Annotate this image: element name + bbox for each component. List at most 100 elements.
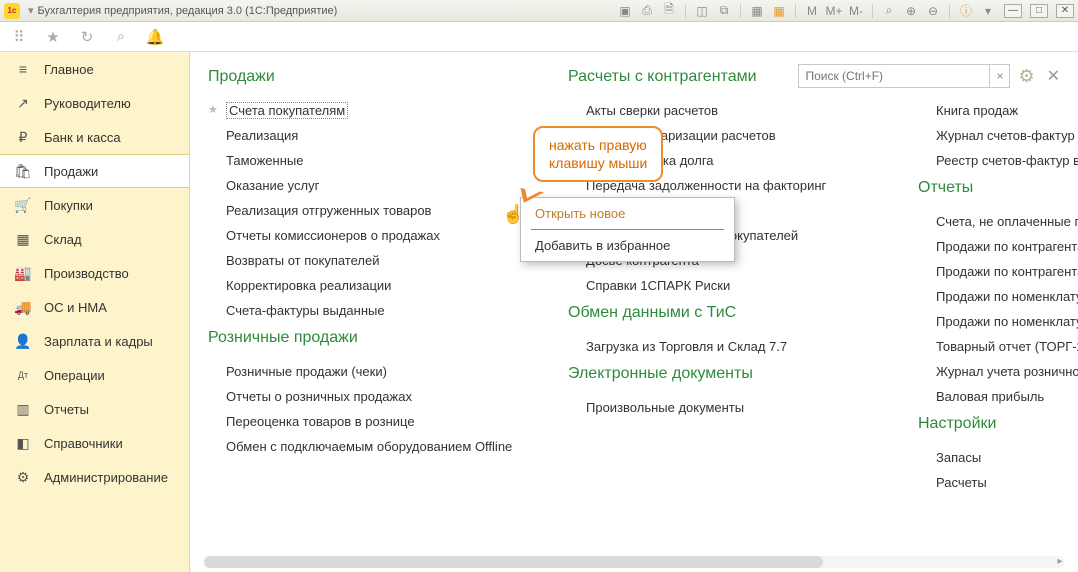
nav-down-icon[interactable]: ⊖ [925, 3, 941, 19]
search-tb-icon[interactable]: ⌕ [881, 3, 897, 19]
link-gross-profit[interactable]: Валовая прибыль [918, 384, 1078, 409]
context-add-favorite[interactable]: Добавить в избранное [521, 230, 734, 261]
star-icon[interactable]: ★ [44, 28, 62, 46]
preview-icon[interactable]: 🗎 [661, 3, 677, 19]
sidebar-item-purchases[interactable]: 🛒Покупки [0, 188, 189, 222]
horizontal-scrollbar[interactable]: ◂ ▸ [204, 556, 1064, 568]
link-reconciliation[interactable]: Акты сверки расчетов [568, 98, 878, 123]
dropdown-icon[interactable]: ▾ [28, 4, 34, 17]
m-icon[interactable]: M [804, 3, 820, 19]
titlebar-tools: ▣ ⎙ 🗎 ◫ ⧉ ▦ ▦ M M+ M- ⌕ ⊕ ⊖ ⓘ ▾ — □ ✕ [617, 3, 1074, 19]
sidebar-item-manager[interactable]: ↗Руководителю [0, 86, 189, 120]
link-correction[interactable]: Корректировка реализации [208, 273, 528, 298]
link-load-tis[interactable]: Загрузка из Торговля и Склад 7.7 [568, 334, 878, 359]
app-logo-icon: 1c [4, 3, 20, 19]
link-retail-checks[interactable]: Розничные продажи (чеки) [208, 359, 528, 384]
link-revaluation[interactable]: Переоценка товаров в рознице [208, 409, 528, 434]
link-realization[interactable]: Реализация [208, 123, 528, 148]
link-stocks[interactable]: Запасы [918, 445, 1078, 470]
search-clear-button[interactable]: × [989, 65, 1009, 87]
sidebar-item-label: Справочники [44, 436, 123, 451]
person-icon: 👤 [14, 333, 32, 350]
sidebar-item-label: Производство [44, 266, 129, 281]
sidebar-item-label: Руководителю [44, 96, 131, 111]
hint-callout: нажать правую клавишу мыши [533, 126, 663, 182]
calendar-icon[interactable]: ▦ [771, 3, 787, 19]
sidebar-item-label: Администрирование [44, 470, 168, 485]
column-3: НДС Книга продаж Журнал счетов-фактур Ре… [918, 68, 1078, 572]
link-invoice-journal[interactable]: Журнал счетов-фактур [918, 123, 1078, 148]
column-1: Продажи Счета покупателям Реализация Там… [208, 68, 528, 572]
link-offline-equipment[interactable]: Обмен с подключаемым оборудованием Offli… [208, 434, 528, 459]
sidebar-item-reports[interactable]: ▥Отчеты [0, 392, 189, 426]
sidebar-item-production[interactable]: 🏭 Производство [0, 256, 189, 290]
section-header-retail: Розничные продажи [208, 329, 528, 347]
sidebar-item-admin[interactable]: ⚙Администрирование [0, 460, 189, 494]
menu-icon: ≡ [14, 61, 32, 77]
boxes-icon: ▦ [14, 231, 32, 248]
link-customs[interactable]: Таможенные [208, 148, 528, 173]
section-header-tis: Обмен данными с ТиС [568, 304, 878, 322]
minimize-button[interactable]: — [1004, 4, 1022, 18]
sidebar-item-main[interactable]: ≡Главное [0, 52, 189, 86]
sidebar-item-hr[interactable]: 👤Зарплата и кадры [0, 324, 189, 358]
link-retail-reports[interactable]: Отчеты о розничных продажах [208, 384, 528, 409]
section-header-settings: Настройки [918, 415, 1078, 433]
help-dd-icon[interactable]: ▾ [980, 3, 996, 19]
link-commission-reports[interactable]: Отчеты комиссионеров о продажах [208, 223, 528, 248]
scroll-right-icon[interactable]: ▸ [1054, 556, 1066, 568]
sidebar-item-label: Продажи [44, 164, 98, 179]
context-menu: Открыть новое Добавить в избранное [520, 197, 735, 262]
apps-grid-icon[interactable]: ⠿ [10, 28, 28, 46]
link-sales-by-nom1[interactable]: Продажи по номенклатур [918, 284, 1078, 309]
link-retail-journal[interactable]: Журнал учета розничной [918, 359, 1078, 384]
sidebar-item-refs[interactable]: ◧Справочники [0, 426, 189, 460]
link-customer-invoices[interactable]: Счета покупателям [208, 98, 528, 123]
window-title: Бухгалтерия предприятия, редакция 3.0 (1… [38, 5, 338, 17]
link-invoice-registry[interactable]: Реестр счетов-фактур вы [918, 148, 1078, 173]
close-button[interactable]: ✕ [1056, 4, 1074, 18]
link-spark[interactable]: Справки 1СПАРК Риски [568, 273, 878, 298]
link-invoices-issued[interactable]: Счета-фактуры выданные [208, 298, 528, 323]
link-sales-by-nom2[interactable]: Продажи по номенклатур [918, 309, 1078, 334]
settings-gear-icon[interactable]: ⚙ [1018, 66, 1034, 87]
compare-icon[interactable]: ◫ [694, 3, 710, 19]
sidebar-item-assets[interactable]: 🚚ОС и НМА [0, 290, 189, 324]
link-arbitrary-docs[interactable]: Произвольные документы [568, 395, 878, 420]
context-open-new[interactable]: Открыть новое [531, 198, 724, 230]
sidebar-item-label: Банк и касса [44, 130, 121, 145]
link-sales-by-contr2[interactable]: Продажи по контрагентам [918, 259, 1078, 284]
sidebar-item-operations[interactable]: ДтОперации [0, 358, 189, 392]
link-services[interactable]: Оказание услуг [208, 173, 528, 198]
link-unpaid[interactable]: Счета, не оплаченные по [918, 209, 1078, 234]
print-icon[interactable]: ⎙ [639, 3, 655, 19]
calc-icon[interactable]: ▦ [749, 3, 765, 19]
bell-icon[interactable]: 🔔 [146, 28, 164, 46]
bars-icon: ▥ [14, 401, 32, 418]
save-icon[interactable]: ▣ [617, 3, 633, 19]
copy-icon[interactable]: ⧉ [716, 3, 732, 19]
search-icon[interactable]: ⌕ [112, 28, 130, 46]
search-input[interactable] [799, 65, 989, 87]
nav-up-icon[interactable]: ⊕ [903, 3, 919, 19]
sidebar-item-sales[interactable]: 🛍Продажи [0, 154, 189, 188]
history-icon[interactable]: ↻ [78, 28, 96, 46]
link-shipped-goods[interactable]: Реализация отгруженных товаров [208, 198, 528, 223]
link-returns[interactable]: Возвраты от покупателей [208, 248, 528, 273]
maximize-button[interactable]: □ [1030, 4, 1048, 18]
panel-close-button[interactable]: ✕ [1043, 66, 1064, 86]
sidebar-item-warehouse[interactable]: ▦Склад [0, 222, 189, 256]
main-toolbar: ⠿ ★ ↻ ⌕ 🔔 [0, 22, 1078, 52]
link-torg29[interactable]: Товарный отчет (ТОРГ-29 [918, 334, 1078, 359]
m-minus-icon[interactable]: M- [848, 3, 864, 19]
scrollbar-thumb[interactable] [204, 556, 823, 568]
link-calcs[interactable]: Расчеты [918, 470, 1078, 495]
link-sales-book[interactable]: Книга продаж [918, 98, 1078, 123]
link-sales-by-contr1[interactable]: Продажи по контрагентам [918, 234, 1078, 259]
window-titlebar: 1c ▾ Бухгалтерия предприятия, редакция 3… [0, 0, 1078, 22]
truck-icon: 🚚 [14, 299, 32, 316]
factory-icon: 🏭 [14, 265, 32, 282]
sidebar-item-bank[interactable]: ₽Банк и касса [0, 120, 189, 154]
help-icon[interactable]: ⓘ [958, 3, 974, 19]
m-plus-icon[interactable]: M+ [826, 3, 842, 19]
